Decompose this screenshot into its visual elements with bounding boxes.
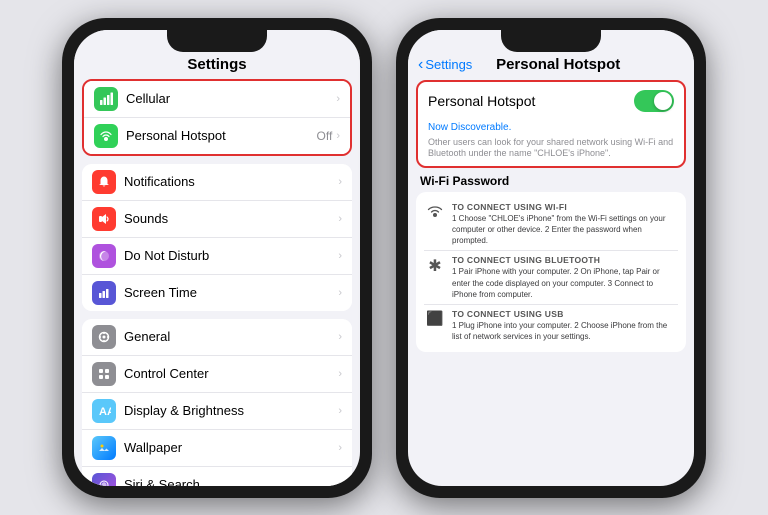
sounds-label: Sounds <box>124 211 338 226</box>
screentime-icon <box>92 281 116 305</box>
settings-row-dnd[interactable]: Do Not Disturb › <box>82 238 352 275</box>
screentime-label: Screen Time <box>124 285 338 300</box>
usb-connect-title: TO CONNECT USING USB <box>452 309 678 319</box>
wifi-connect-text: TO CONNECT USING WI-FI 1 Choose "CHLOE's… <box>452 202 678 247</box>
bluetooth-connect-text: TO CONNECT USING BLUETOOTH 1 Pair iPhone… <box>452 255 678 300</box>
settings-group-general: General › <box>82 319 352 486</box>
bluetooth-connect-title: TO CONNECT USING BLUETOOTH <box>452 255 678 265</box>
hotspot-notch <box>501 30 601 52</box>
settings-row-general[interactable]: General › <box>82 319 352 356</box>
usb-connect-desc: 1 Plug iPhone into your computer. 2 Choo… <box>452 320 678 342</box>
notifications-icon <box>92 170 116 194</box>
hotspot-phone: ‹ Settings Personal Hotspot Personal Hot… <box>396 18 706 498</box>
cellular-label: Cellular <box>126 91 336 106</box>
hotspot-toggle-label: Personal Hotspot <box>428 93 634 109</box>
sounds-chevron: › <box>338 213 342 225</box>
hotspot-chevron: › <box>336 130 340 142</box>
settings-row-notifications[interactable]: Notifications › <box>82 164 352 201</box>
settings-screen: Settings <box>74 30 360 486</box>
settings-row-display[interactable]: AA Display & Brightness › <box>82 393 352 430</box>
wifi-connect-title: TO CONNECT USING WI-FI <box>452 202 678 212</box>
hotspot-toggle-group: Personal Hotspot Now Discoverable. Other… <box>416 80 686 168</box>
wallpaper-label: Wallpaper <box>124 440 338 455</box>
connect-item-usb: ⬛ TO CONNECT USING USB 1 Plug iPhone int… <box>424 305 678 346</box>
notifications-label: Notifications <box>124 174 338 189</box>
siri-label: Siri & Search <box>124 477 338 486</box>
hotspot-toggle[interactable] <box>634 90 674 112</box>
hotspot-content: Personal Hotspot Now Discoverable. Other… <box>408 80 694 486</box>
hotspot-icon <box>94 124 118 148</box>
display-chevron: › <box>338 405 342 417</box>
notifications-chevron: › <box>338 176 342 188</box>
bluetooth-connect-icon: ✱ <box>424 256 446 276</box>
settings-row-sounds[interactable]: Sounds › <box>82 201 352 238</box>
settings-row-controlcenter[interactable]: Control Center › <box>82 356 352 393</box>
wifi-connect-desc: 1 Choose "CHLOE's iPhone" from the Wi-Fi… <box>452 213 678 247</box>
sounds-icon <box>92 207 116 231</box>
connect-methods-group: TO CONNECT USING WI-FI 1 Choose "CHLOE's… <box>416 192 686 353</box>
dnd-icon <box>92 244 116 268</box>
settings-row-wallpaper[interactable]: Wallpaper › <box>82 430 352 467</box>
general-icon <box>92 325 116 349</box>
settings-group-notifications: Notifications › Sounds <box>82 164 352 311</box>
controlcenter-chevron: › <box>338 368 342 380</box>
usb-connect-icon: ⬛ <box>424 310 446 327</box>
settings-row-cellular[interactable]: Cellular › <box>84 81 350 118</box>
settings-group-cellular: Cellular › Personal Hotsp <box>82 79 352 156</box>
siri-icon <box>92 473 116 486</box>
display-icon: AA <box>92 399 116 423</box>
back-chevron-icon: ‹ <box>418 56 423 74</box>
wallpaper-chevron: › <box>338 442 342 454</box>
hotspot-value: Off <box>317 129 333 143</box>
general-label: General <box>124 329 338 344</box>
controlcenter-label: Control Center <box>124 366 338 381</box>
discoverable-text: Now Discoverable. <box>418 120 684 137</box>
dnd-label: Do Not Disturb <box>124 248 338 263</box>
cellular-chevron: › <box>336 93 340 105</box>
cellular-icon <box>94 87 118 111</box>
notch <box>167 30 267 52</box>
hotspot-nav-title: Personal Hotspot <box>472 56 644 73</box>
hotspot-screen-container: ‹ Settings Personal Hotspot Personal Hot… <box>408 30 694 486</box>
connect-item-wifi: TO CONNECT USING WI-FI 1 Choose "CHLOE's… <box>424 198 678 252</box>
settings-row-hotspot[interactable]: Personal Hotspot Off › <box>84 118 350 154</box>
bluetooth-connect-desc: 1 Pair iPhone with your computer. 2 On i… <box>452 266 678 300</box>
phones-container: Settings <box>62 18 706 498</box>
back-label: Settings <box>425 57 472 72</box>
usb-connect-text: TO CONNECT USING USB 1 Plug iPhone into … <box>452 309 678 342</box>
settings-row-screentime[interactable]: Screen Time › <box>82 275 352 311</box>
settings-list: Cellular › Personal Hotsp <box>74 79 360 486</box>
dnd-chevron: › <box>338 250 342 262</box>
discoverable-desc: Other users can look for your shared net… <box>418 137 684 166</box>
connect-item-bluetooth: ✱ TO CONNECT USING BLUETOOTH 1 Pair iPho… <box>424 251 678 305</box>
siri-chevron: › <box>338 479 342 486</box>
svg-text:AA: AA <box>99 406 111 418</box>
wifi-password-header: Wi-Fi Password <box>416 174 686 192</box>
wifi-connect-icon <box>424 203 446 220</box>
screentime-chevron: › <box>338 287 342 299</box>
wifi-password-section: Wi-Fi Password <box>416 174 686 353</box>
controlcenter-icon <box>92 362 116 386</box>
general-chevron: › <box>338 331 342 343</box>
hotspot-label: Personal Hotspot <box>126 128 317 143</box>
back-button[interactable]: ‹ Settings <box>418 56 472 74</box>
settings-phone: Settings <box>62 18 372 498</box>
settings-row-siri[interactable]: Siri & Search › <box>82 467 352 486</box>
display-label: Display & Brightness <box>124 403 338 418</box>
hotspot-toggle-row[interactable]: Personal Hotspot <box>418 82 684 120</box>
wallpaper-icon <box>92 436 116 460</box>
